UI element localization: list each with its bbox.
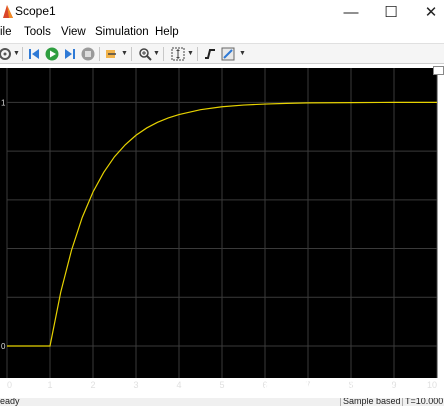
- x-tick-label: 0: [7, 380, 12, 390]
- toolbar-divider: [163, 47, 164, 61]
- measurements-dropdown-icon[interactable]: ▼: [239, 50, 246, 57]
- y-tick-label: 0: [1, 342, 6, 351]
- measurements-icon[interactable]: [221, 47, 235, 61]
- menu-tools[interactable]: Tools: [24, 26, 51, 38]
- menu-view[interactable]: View: [61, 26, 86, 38]
- maximize-icon: ☐: [384, 4, 398, 21]
- app-icon: [3, 5, 13, 18]
- x-tick-label: 3: [133, 380, 138, 390]
- window-title: Scope1: [15, 4, 56, 18]
- zoom-icon[interactable]: [138, 47, 152, 61]
- x-tick-label: 4: [176, 380, 181, 390]
- run-icon[interactable]: [45, 47, 59, 61]
- toolbar-divider: [99, 47, 100, 61]
- scope-plot: 01 0 1 2 3 4 5 6 7 8 9 10: [0, 68, 438, 390]
- x-tick-label: 5: [219, 380, 224, 390]
- close-button[interactable]: ✕: [417, 0, 444, 24]
- minimize-button[interactable]: —: [337, 0, 365, 24]
- toolbar-divider: [131, 47, 132, 61]
- status-divider: [340, 398, 341, 406]
- maximize-button[interactable]: ☐: [377, 0, 405, 24]
- status-divider: [402, 398, 403, 406]
- menu-file[interactable]: ile: [0, 26, 12, 38]
- y-tick-label: 1: [1, 98, 6, 107]
- status-ready: eady: [0, 398, 20, 406]
- autoscale-icon[interactable]: [171, 47, 185, 61]
- x-tick-label: 2: [90, 380, 95, 390]
- status-sample-mode: Sample based: [343, 398, 401, 406]
- status-bar: eady Sample based T=10.000: [0, 398, 444, 406]
- scope-display[interactable]: 01 0 1 2 3 4 5 6 7 8 9 10: [0, 64, 444, 398]
- settings-dropdown-icon[interactable]: ▼: [13, 50, 20, 57]
- close-icon: ✕: [424, 4, 438, 21]
- step-forward-icon[interactable]: [63, 47, 77, 61]
- autoscale-dropdown-icon[interactable]: ▼: [187, 50, 194, 57]
- minimize-icon: —: [343, 3, 359, 21]
- stop-icon[interactable]: [81, 47, 95, 61]
- title-bar: Scope1 — ☐ ✕: [0, 0, 444, 24]
- restore-axes-icon[interactable]: [433, 66, 444, 75]
- x-tick-label: 10: [427, 380, 437, 390]
- toolbar-divider: [22, 47, 23, 61]
- toolbar: ▼ ▼ ▼ ▼ ▼: [0, 43, 444, 64]
- plot-background: [0, 68, 437, 378]
- triggers-icon[interactable]: [203, 47, 217, 61]
- step-back-icon[interactable]: [27, 47, 41, 61]
- toolbar-divider: [197, 47, 198, 61]
- zoom-dropdown-icon[interactable]: ▼: [153, 50, 160, 57]
- status-time: T=10.000: [405, 398, 444, 406]
- settings-icon[interactable]: [0, 47, 12, 61]
- highlight-dropdown-icon[interactable]: ▼: [121, 50, 128, 57]
- menu-help[interactable]: Help: [155, 26, 179, 38]
- highlight-icon[interactable]: [105, 47, 119, 61]
- menu-simulation[interactable]: Simulation: [95, 26, 149, 38]
- menu-bar: ile Tools View Simulation Help: [0, 24, 444, 43]
- watermark: CSDN @大海无量！: [264, 378, 411, 397]
- x-tick-label: 1: [47, 380, 52, 390]
